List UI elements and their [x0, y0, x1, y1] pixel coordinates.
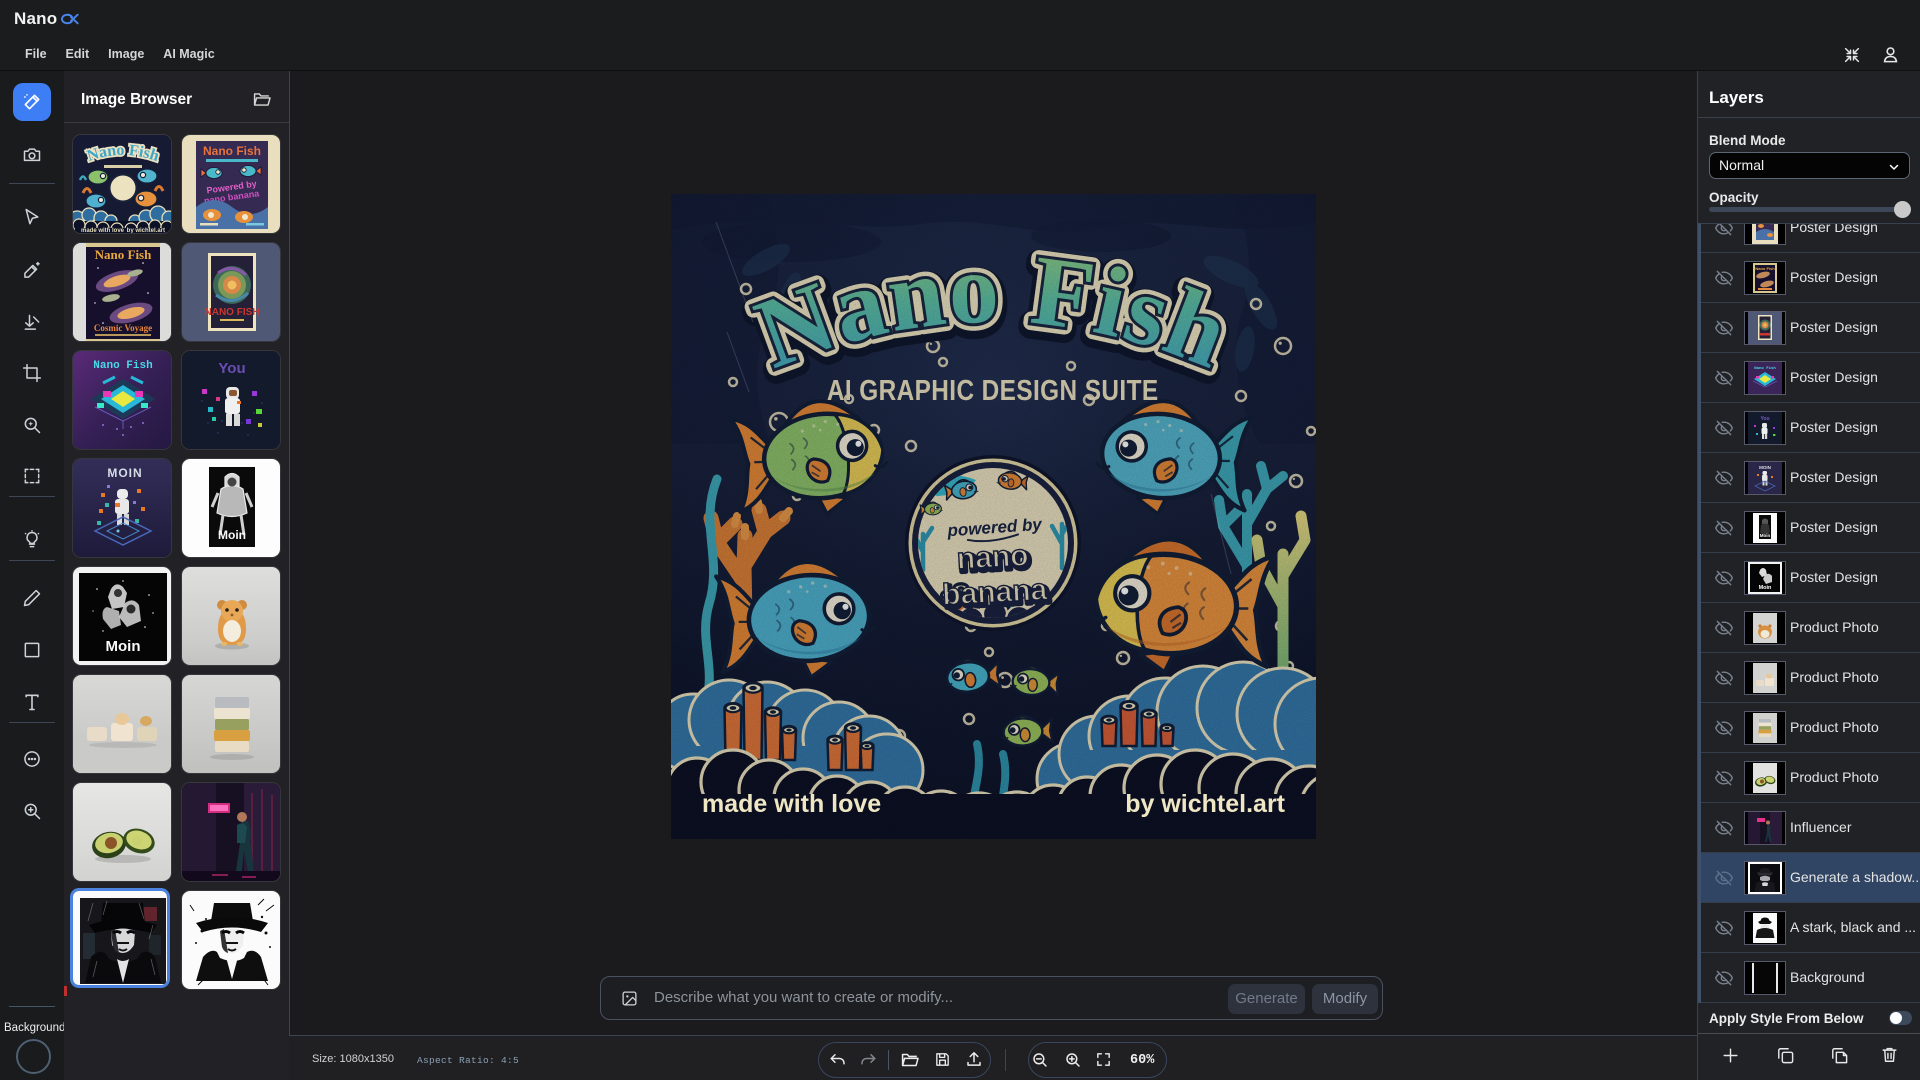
svg-text:made with love: made with love	[81, 228, 125, 234]
svg-text:Moin: Moin	[1759, 585, 1772, 591]
svg-text:Moin: Moin	[106, 638, 141, 655]
svg-text:NANO FISH: NANO FISH	[205, 307, 260, 318]
svg-text:Nano Fish: Nano Fish	[203, 144, 261, 158]
svg-text:Cosmic Voyage: Cosmic Voyage	[94, 323, 152, 333]
svg-text:MOIN: MOIN	[107, 466, 142, 480]
svg-text:by wichtel.art: by wichtel.art	[127, 228, 165, 234]
svg-text:Nano Fish: Nano Fish	[1754, 366, 1776, 371]
svg-text:Nano Fish: Nano Fish	[1755, 266, 1775, 271]
svg-text:Nano Fish: Nano Fish	[95, 247, 152, 262]
svg-text:You: You	[1760, 416, 1769, 422]
svg-text:Moin: Moin	[218, 528, 246, 542]
svg-text:You: You	[218, 360, 245, 377]
svg-text:made with love: made with love	[702, 790, 881, 818]
svg-text:MOIN: MOIN	[1759, 465, 1771, 470]
svg-text:Nano Fish: Nano Fish	[93, 360, 152, 372]
svg-text:Moin: Moin	[1760, 533, 1771, 538]
svg-text:by wichtel.art: by wichtel.art	[1125, 790, 1285, 818]
